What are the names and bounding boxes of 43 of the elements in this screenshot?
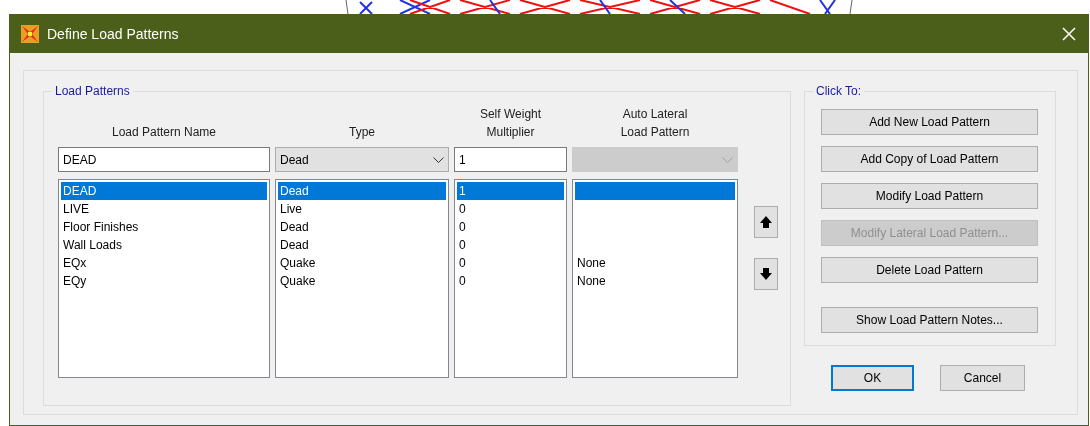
column-header: Self Weight Multiplier	[478, 106, 543, 141]
chevron-down-icon	[433, 156, 444, 163]
action-button[interactable]: Add Copy of Load Pattern	[821, 146, 1038, 172]
list-item[interactable]: 0	[457, 200, 564, 218]
multiplier-field[interactable]: 1	[454, 147, 567, 172]
list-item[interactable]: 0	[457, 254, 564, 272]
list-item[interactable]: Dead	[278, 218, 446, 236]
list-item[interactable]: None	[575, 254, 735, 272]
column-header: Load Pattern Name	[111, 124, 217, 141]
list-item[interactable]: Quake	[278, 254, 446, 272]
window-title: Define Load Patterns	[47, 24, 179, 44]
arrow-up-icon	[759, 214, 773, 230]
list-item[interactable]: 0	[457, 218, 564, 236]
chevron-down-icon	[722, 156, 733, 163]
ok-button[interactable]: OK	[831, 365, 914, 391]
list-item[interactable]: None	[575, 272, 735, 290]
list-item[interactable]: Wall Loads	[61, 236, 267, 254]
close-icon[interactable]	[1062, 27, 1076, 41]
action-button[interactable]: Add New Load Pattern	[821, 109, 1038, 135]
list-item[interactable]: EQx	[61, 254, 267, 272]
column-header: Auto Lateral Load Pattern	[619, 106, 691, 141]
list-item[interactable]: DEAD	[61, 182, 267, 200]
action-button[interactable]: Modify Load Pattern	[821, 183, 1038, 209]
list-item[interactable]: Dead	[278, 236, 446, 254]
type-dropdown[interactable]: Dead	[275, 147, 449, 172]
list-item[interactable]: 1	[457, 182, 564, 200]
move-down-button[interactable]	[754, 258, 778, 290]
action-button[interactable]: Delete Load Pattern	[821, 257, 1038, 283]
list-item[interactable]: 0	[457, 236, 564, 254]
arrow-down-icon	[759, 266, 773, 282]
list-item[interactable]: Live	[278, 200, 446, 218]
list-item[interactable]: LIVE	[61, 200, 267, 218]
move-up-button[interactable]	[754, 206, 778, 238]
action-button[interactable]: Show Load Pattern Notes...	[821, 307, 1038, 333]
list-item[interactable]: Quake	[278, 272, 446, 290]
cancel-button[interactable]: Cancel	[940, 365, 1025, 391]
app-icon	[21, 25, 39, 43]
list-item[interactable]: EQy	[61, 272, 267, 290]
list-item[interactable]: 0	[457, 272, 564, 290]
list-item[interactable]: Dead	[278, 182, 446, 200]
column-header: Type	[349, 124, 375, 141]
name-field[interactable]: DEAD	[58, 147, 270, 172]
list-item[interactable]: Floor Finishes	[61, 218, 267, 236]
